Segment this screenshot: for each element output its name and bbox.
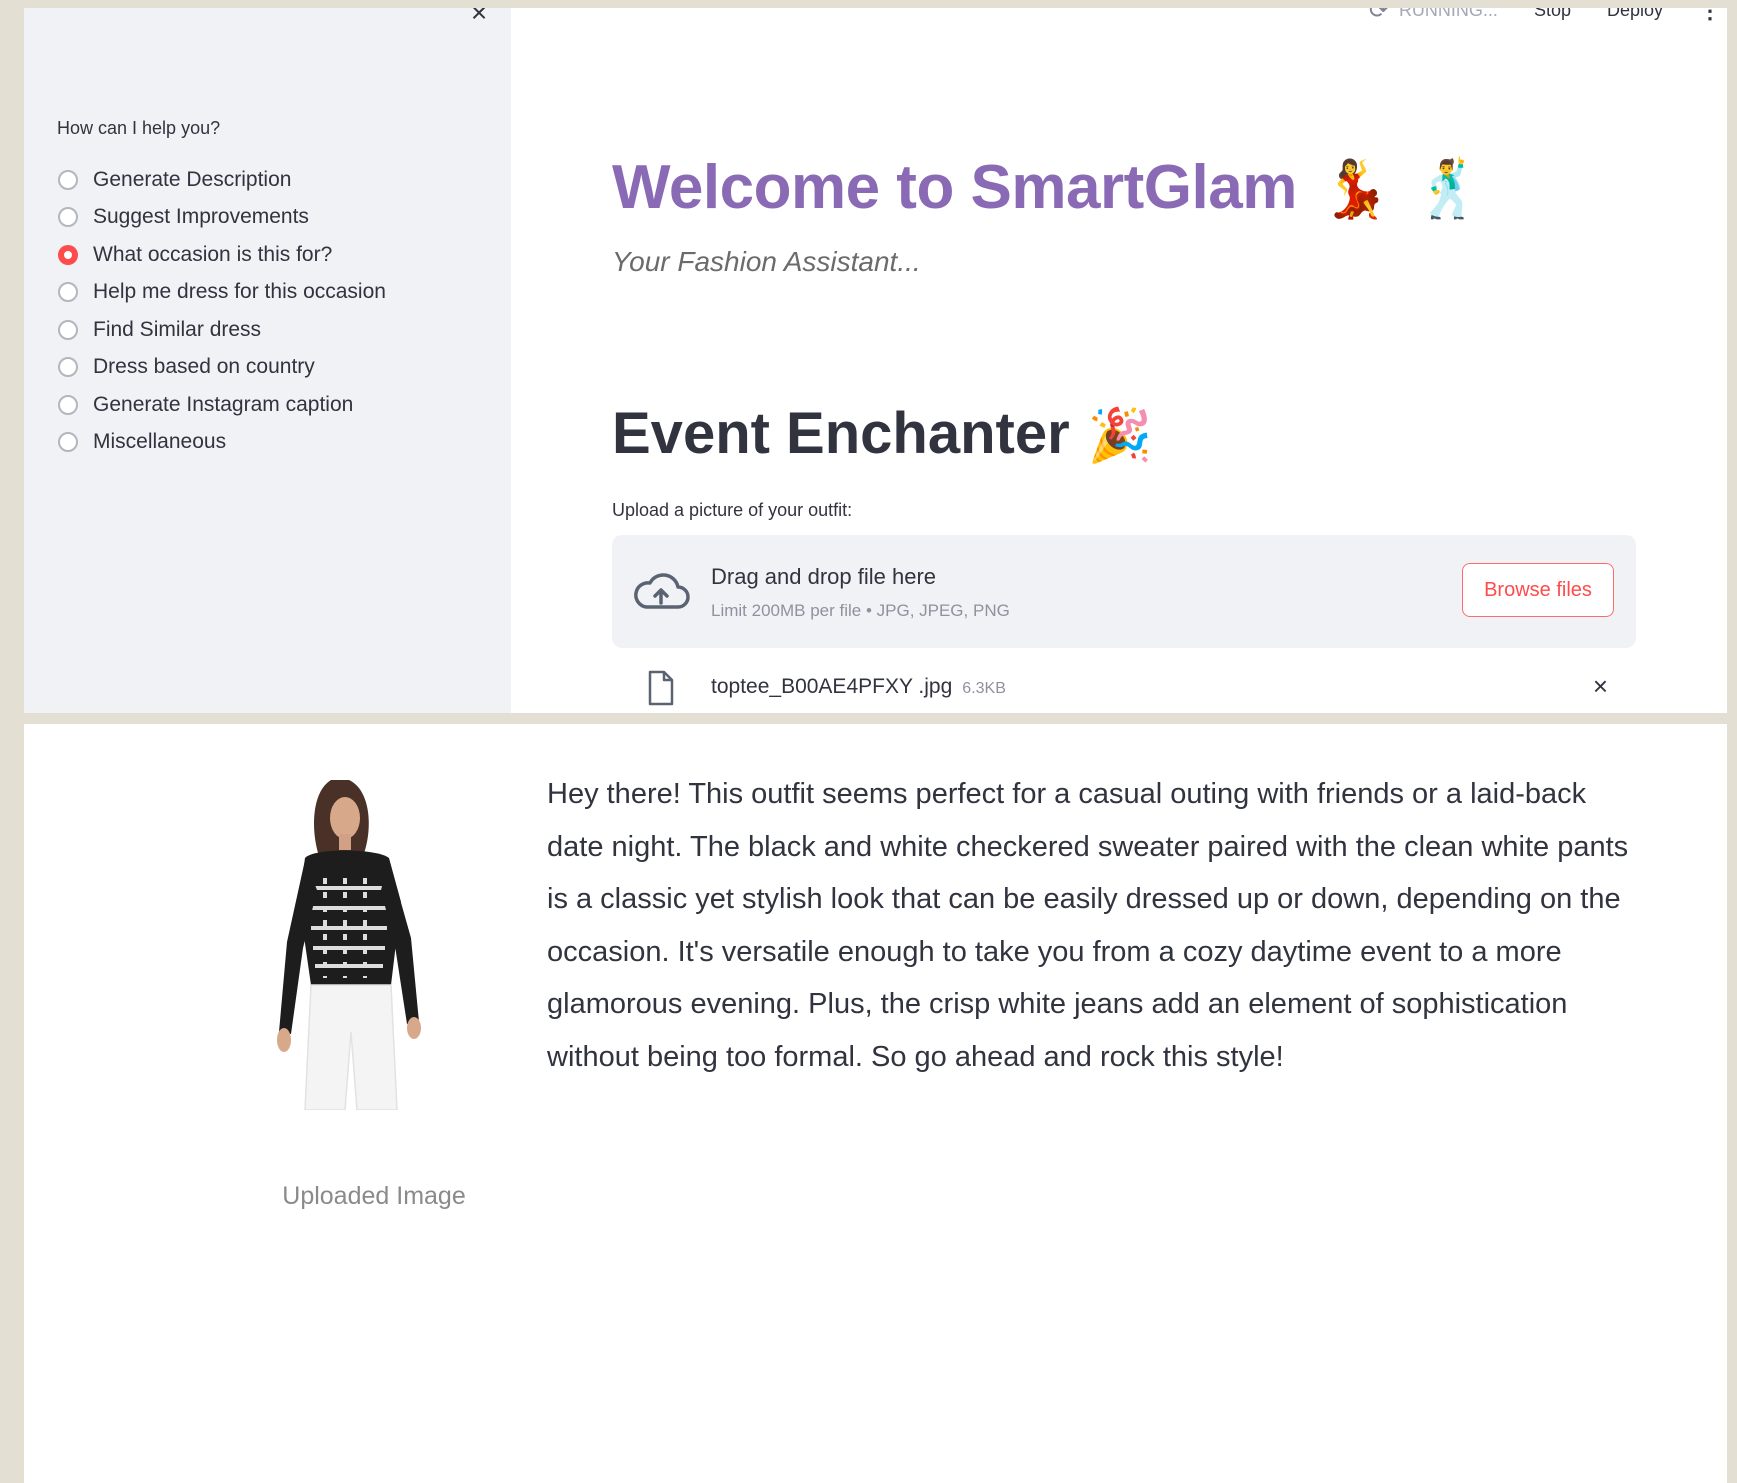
radio-option-label: Miscellaneous: [93, 430, 227, 454]
file-name: toptee_B00AE4PFXY .jpg 6.3KB: [711, 675, 1006, 699]
uploaded-outfit-image: [269, 770, 469, 1110]
stop-button[interactable]: Stop: [1534, 8, 1571, 21]
app-toolbar: ⟳ RUNNING... Stop Deploy ⋮: [1369, 8, 1721, 25]
dancer-woman-icon: 💃: [1320, 157, 1391, 220]
radio-option-label: Help me dress for this occasion: [93, 280, 386, 304]
radio-option-miscellaneous[interactable]: Miscellaneous: [58, 424, 386, 462]
radio-option-label: Suggest Improvements: [93, 205, 309, 229]
party-popper-icon: 🎉: [1087, 407, 1153, 465]
running-status-label: RUNNING...: [1398, 8, 1498, 20]
radio-circle: [58, 394, 78, 415]
page-title: Welcome to SmartGlam 💃 🕺: [612, 152, 1484, 223]
file-icon: [648, 670, 674, 706]
radio-option-generate-description[interactable]: Generate Description: [58, 161, 386, 199]
upload-label: Upload a picture of your outfit:: [612, 500, 853, 520]
occasion-response-text: Hey there! This outfit seems perfect for…: [547, 778, 1629, 1073]
radio-group-label: How can I help you?: [57, 118, 221, 138]
image-caption: Uploaded Image: [282, 1182, 466, 1210]
app-top-panel: × How can I help you? Generate Descripti…: [24, 8, 1727, 713]
radio-option-label: Dress based on country: [93, 355, 315, 379]
dropzone-instructions: Drag and drop file here: [711, 564, 937, 589]
radio-option-instagram-caption[interactable]: Generate Instagram caption: [58, 386, 386, 424]
page-title-text: Welcome to SmartGlam: [612, 153, 1297, 222]
remove-file-icon[interactable]: ×: [1593, 671, 1608, 702]
file-size: 6.3KB: [962, 680, 1006, 697]
radio-circle: [58, 169, 78, 190]
cloud-upload-icon: [634, 573, 690, 609]
radio-circle-selected: [58, 244, 78, 265]
radio-option-find-similar[interactable]: Find Similar dress: [58, 311, 386, 349]
sidebar: × How can I help you? Generate Descripti…: [24, 8, 511, 713]
uploaded-file-row: toptee_B00AE4PFXY .jpg 6.3KB ×: [612, 670, 1636, 711]
radio-option-label: What occasion is this for?: [93, 242, 333, 266]
running-status: ⟳ RUNNING...: [1369, 8, 1498, 25]
radio-circle: [58, 357, 78, 378]
section-heading: Event Enchanter 🎉: [612, 400, 1152, 467]
close-sidebar-icon[interactable]: ×: [462, 8, 496, 28]
section-heading-text: Event Enchanter: [612, 401, 1070, 466]
radio-option-label: Generate Description: [93, 167, 292, 191]
radio-option-label: Find Similar dress: [93, 317, 262, 341]
file-name-text: toptee_B00AE4PFXY .jpg: [711, 675, 953, 698]
app-result-panel: Uploaded Image Hey there! This outfit se…: [24, 724, 1727, 1483]
radio-circle: [58, 319, 78, 340]
running-icon: ⟳: [1368, 8, 1389, 24]
radio-circle: [58, 282, 78, 303]
page-subtitle: Your Fashion Assistant...: [612, 246, 921, 277]
radio-option-suggest-improvements[interactable]: Suggest Improvements: [58, 199, 386, 237]
dancer-man-icon: 🕺: [1414, 157, 1484, 220]
radio-circle: [58, 207, 78, 228]
radio-option-help-dress[interactable]: Help me dress for this occasion: [58, 274, 386, 312]
radio-option-label: Generate Instagram caption: [93, 392, 354, 416]
dropzone-limit: Limit 200MB per file • JPG, JPEG, PNG: [711, 601, 1010, 620]
deploy-button[interactable]: Deploy: [1607, 8, 1663, 21]
radio-option-occasion[interactable]: What occasion is this for?: [58, 236, 386, 274]
help-options-radio-group: Generate Description Suggest Improvement…: [58, 161, 386, 461]
file-dropzone[interactable]: Drag and drop file here Limit 200MB per …: [612, 535, 1636, 648]
radio-circle: [58, 432, 78, 453]
main-menu-icon[interactable]: ⋮: [1699, 8, 1721, 24]
radio-option-dress-country[interactable]: Dress based on country: [58, 349, 386, 387]
browse-files-button[interactable]: Browse files: [1462, 563, 1614, 617]
uploaded-image-figure: Uploaded Image: [239, 770, 469, 1210]
